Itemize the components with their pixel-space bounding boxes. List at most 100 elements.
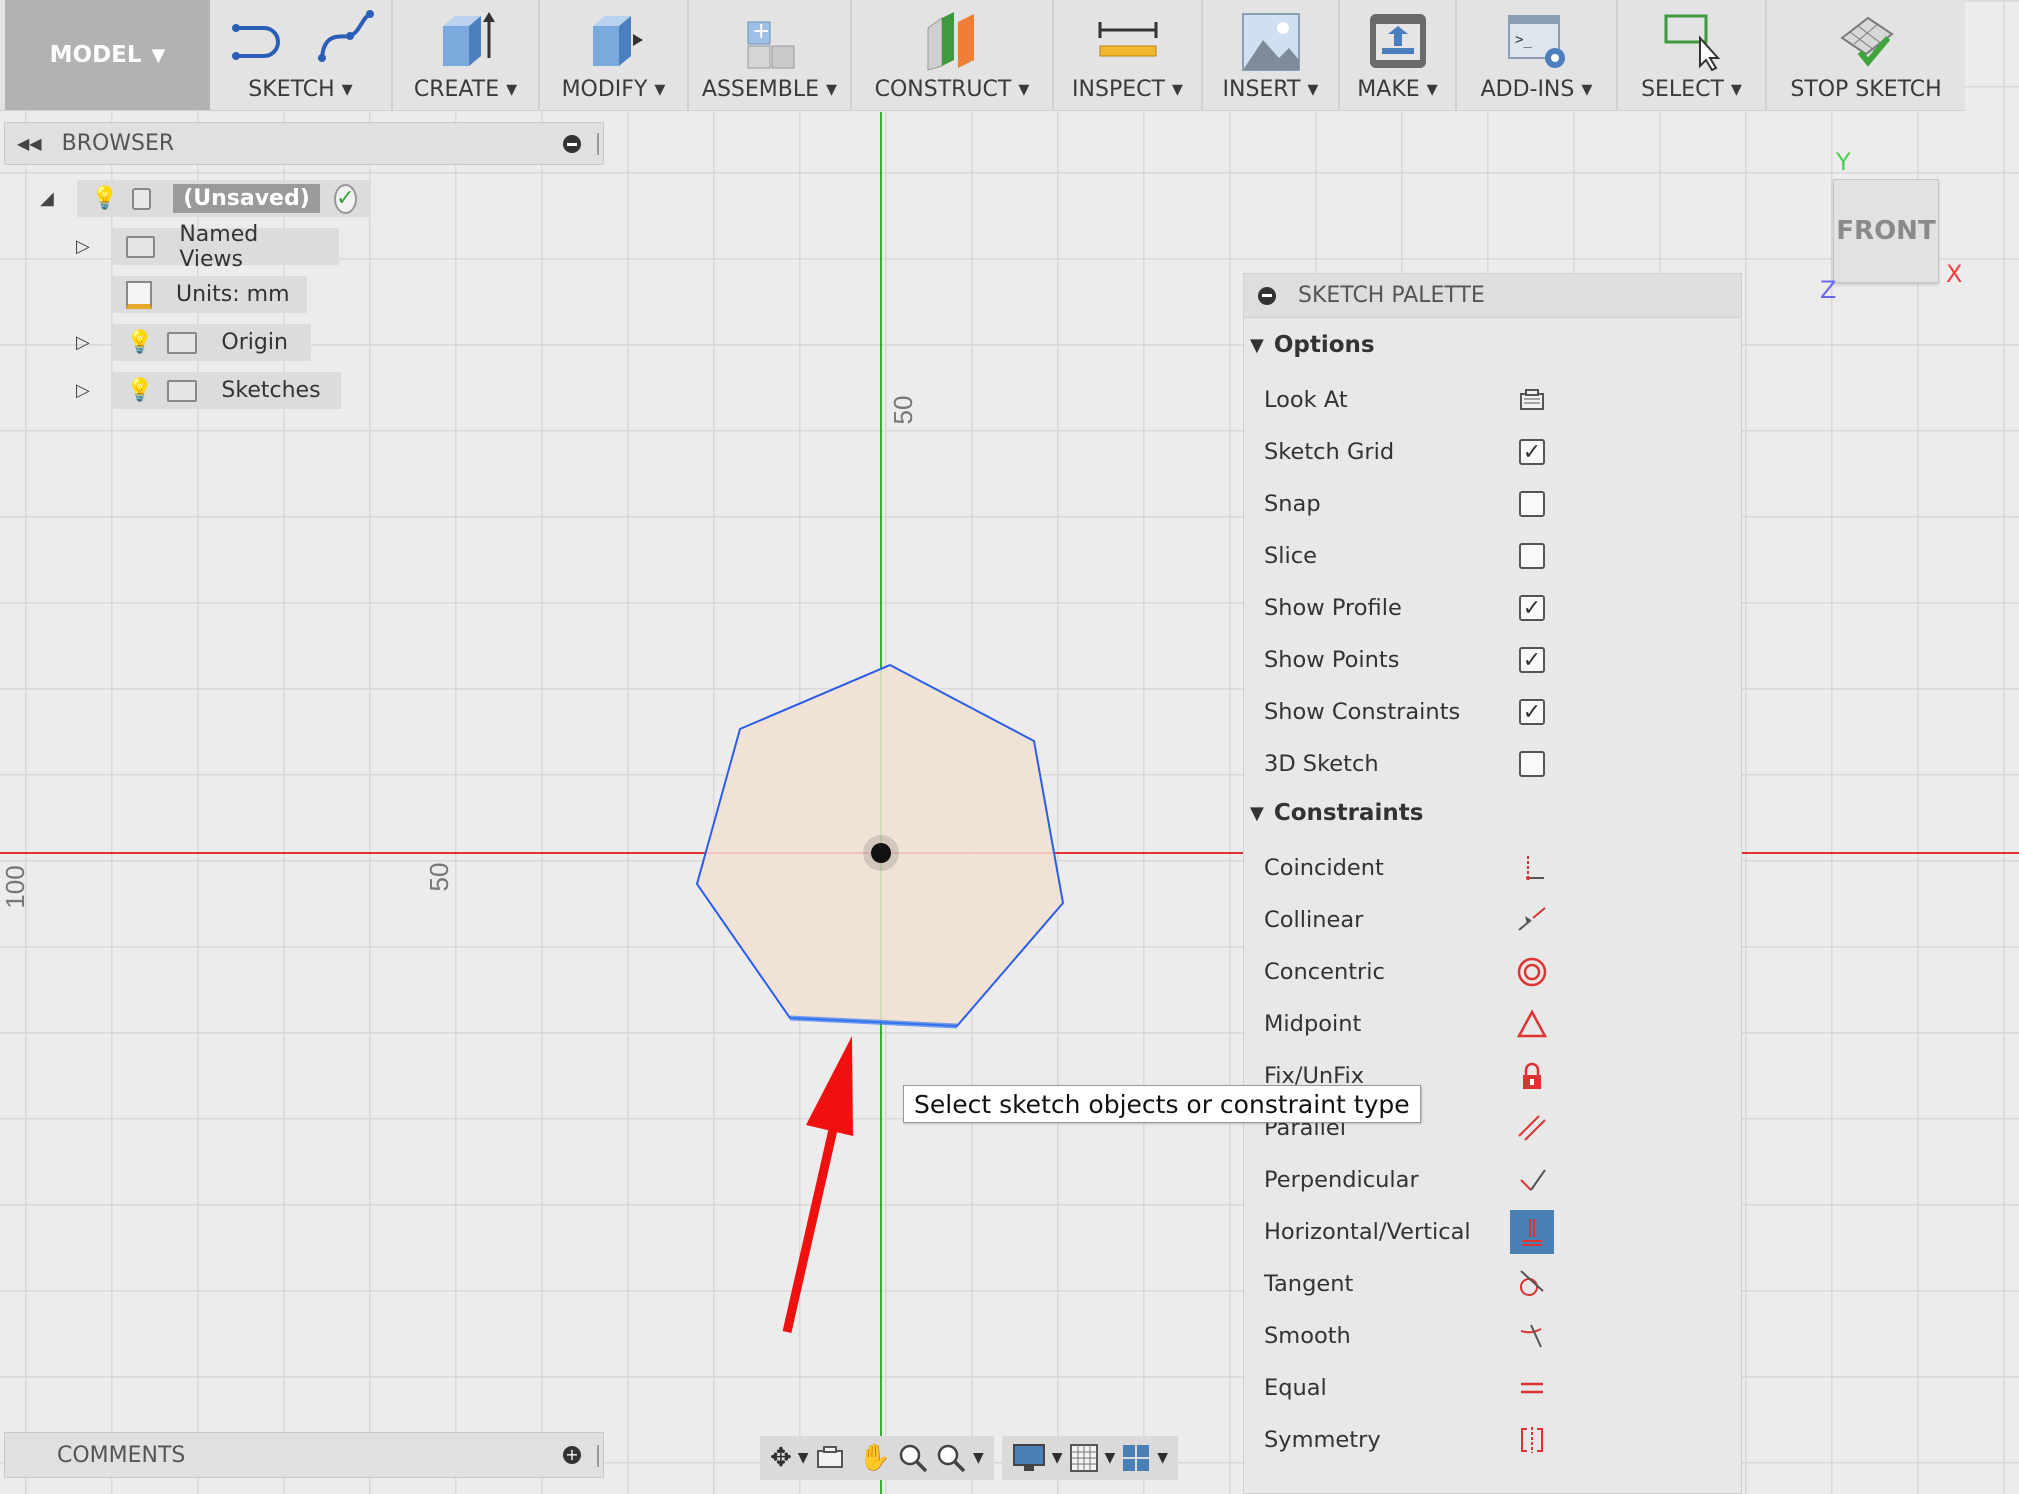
constraint-midpoint[interactable]: Midpoint: [1264, 1004, 1734, 1044]
option-sketch-grid[interactable]: Sketch Grid ✓: [1264, 432, 1734, 472]
show-constraints-checkbox[interactable]: ✓: [1519, 699, 1545, 725]
viewcube[interactable]: FRONT: [1833, 179, 1939, 283]
workspace-mode-button[interactable]: MODEL ▼: [5, 0, 210, 110]
zoom-menu-chevron-icon[interactable]: ▼: [973, 1450, 984, 1466]
center-point[interactable]: [871, 843, 891, 863]
comments-panel[interactable]: COMMENTS +: [4, 1432, 604, 1478]
construction-plane-icon[interactable]: [920, 8, 984, 72]
sketch-palette-header[interactable]: SKETCH PALETTE: [1244, 274, 1741, 318]
visibility-bulb-icon[interactable]: 💡: [91, 186, 118, 211]
browser-item-named-views[interactable]: Named Views: [112, 222, 339, 272]
smooth-icon[interactable]: [1516, 1320, 1548, 1352]
constraint-horizontal-vertical[interactable]: Horizontal/Vertical: [1264, 1210, 1734, 1254]
add-comment-icon[interactable]: +: [563, 1446, 581, 1464]
option-show-constraints[interactable]: Show Constraints ✓: [1264, 692, 1734, 732]
scripts-icon[interactable]: >_: [1505, 8, 1569, 72]
options-section-header[interactable]: ▼ Options: [1250, 332, 1375, 358]
constraint-coincident[interactable]: Coincident: [1264, 848, 1734, 888]
display-menu-chevron-icon[interactable]: ▼: [1052, 1450, 1063, 1466]
symmetry-icon[interactable]: [1516, 1424, 1548, 1456]
constraint-perpendicular[interactable]: Perpendicular: [1264, 1160, 1734, 1200]
display-settings-icon[interactable]: [1012, 1443, 1046, 1473]
grid-settings-icon[interactable]: [1069, 1443, 1099, 1473]
toolbar-group-sketch[interactable]: SKETCH ▾: [210, 0, 393, 110]
browser-panel-header[interactable]: ◀◀ BROWSER: [4, 122, 604, 165]
orbit-menu-chevron-icon[interactable]: ▼: [798, 1450, 809, 1466]
toolbar-group-make[interactable]: MAKE ▾: [1340, 0, 1457, 110]
expand-triangle-icon[interactable]: ▷: [76, 236, 90, 257]
tangent-icon[interactable]: [1516, 1268, 1548, 1300]
horizontal-vertical-icon[interactable]: [1510, 1210, 1554, 1254]
expand-triangle-icon[interactable]: ▷: [76, 380, 90, 401]
midpoint-icon[interactable]: [1516, 1008, 1548, 1040]
snap-checkbox[interactable]: [1519, 491, 1545, 517]
perpendicular-icon[interactable]: [1516, 1164, 1548, 1196]
extrude-icon[interactable]: [435, 8, 497, 70]
constraint-tangent[interactable]: Tangent: [1264, 1264, 1734, 1304]
visibility-bulb-icon[interactable]: 💡: [126, 378, 153, 403]
orbit-icon[interactable]: ✥: [770, 1443, 792, 1473]
3d-print-icon[interactable]: [1366, 8, 1430, 72]
visibility-bulb-icon[interactable]: 💡: [126, 330, 153, 355]
pan-hand-icon[interactable]: ✋: [859, 1443, 891, 1473]
expand-triangle-icon[interactable]: ▷: [76, 332, 90, 353]
constraint-collinear[interactable]: Collinear: [1264, 900, 1734, 940]
panel-resize-handle[interactable]: [597, 133, 599, 155]
browser-item-origin[interactable]: 💡 Origin: [112, 324, 311, 361]
collinear-icon[interactable]: [1516, 904, 1548, 936]
constraint-concentric[interactable]: Concentric: [1264, 952, 1734, 992]
toolbar-group-create[interactable]: CREATE ▾: [393, 0, 540, 110]
option-show-points[interactable]: Show Points ✓: [1264, 640, 1734, 680]
collapse-left-icon[interactable]: ◀◀: [17, 134, 42, 153]
option-look-at[interactable]: Look At: [1264, 380, 1734, 420]
fit-zoom-icon[interactable]: [935, 1442, 967, 1474]
toolbar-group-insert[interactable]: INSERT ▾: [1203, 0, 1340, 110]
look-at-icon[interactable]: [1516, 384, 1548, 416]
toolbar-group-add-ins[interactable]: >_ ADD-INS ▾: [1457, 0, 1618, 110]
equal-icon[interactable]: [1516, 1372, 1548, 1404]
toolbar-group-assemble[interactable]: + ASSEMBLE ▾: [689, 0, 852, 110]
panel-resize-handle[interactable]: [597, 1445, 599, 1467]
measure-icon[interactable]: [1096, 8, 1160, 68]
toolbar-group-select[interactable]: SELECT ▾: [1618, 0, 1767, 110]
viewports-icon[interactable]: [1121, 1443, 1151, 1473]
constraints-section-header[interactable]: ▼ Constraints: [1250, 800, 1423, 826]
minimize-icon[interactable]: [563, 135, 581, 153]
constraint-smooth[interactable]: Smooth: [1264, 1316, 1734, 1356]
new-component-icon[interactable]: +: [738, 8, 802, 72]
browser-root-item[interactable]: 💡 (Unsaved) ✓: [77, 180, 371, 217]
look-at-icon[interactable]: [815, 1445, 845, 1471]
press-pull-icon[interactable]: [583, 8, 645, 70]
constraint-symmetry[interactable]: Symmetry: [1264, 1420, 1734, 1460]
stop-sketch-icon[interactable]: [1834, 8, 1898, 72]
insert-image-icon[interactable]: [1239, 8, 1303, 72]
collapse-icon[interactable]: [1258, 286, 1276, 305]
line-tool-icon[interactable]: [226, 8, 288, 68]
option-show-profile[interactable]: Show Profile ✓: [1264, 588, 1734, 628]
grid-menu-chevron-icon[interactable]: ▼: [1105, 1450, 1116, 1466]
constraint-equal[interactable]: Equal: [1264, 1368, 1734, 1408]
coincident-icon[interactable]: [1516, 852, 1548, 884]
concentric-icon[interactable]: [1516, 956, 1548, 988]
collapse-triangle-icon[interactable]: ◢: [40, 188, 54, 209]
option-3d-sketch[interactable]: 3D Sketch: [1264, 744, 1734, 784]
toolbar-group-modify[interactable]: MODIFY ▾: [540, 0, 689, 110]
show-profile-checkbox[interactable]: ✓: [1519, 595, 1545, 621]
3d-sketch-checkbox[interactable]: [1519, 751, 1545, 777]
spline-tool-icon[interactable]: [314, 8, 376, 68]
toolbar-group-inspect[interactable]: INSPECT ▾: [1054, 0, 1203, 110]
zoom-icon[interactable]: [897, 1442, 929, 1474]
browser-item-sketches[interactable]: 💡 Sketches: [112, 372, 341, 409]
parallel-icon[interactable]: [1516, 1112, 1548, 1144]
viewports-menu-chevron-icon[interactable]: ▼: [1157, 1450, 1168, 1466]
lock-icon[interactable]: [1516, 1060, 1548, 1092]
option-snap[interactable]: Snap: [1264, 484, 1734, 524]
stop-sketch-button[interactable]: STOP SKETCH: [1767, 0, 1965, 110]
browser-item-units[interactable]: Units: mm: [112, 276, 307, 313]
sketch-grid-checkbox[interactable]: ✓: [1519, 439, 1545, 465]
show-points-checkbox[interactable]: ✓: [1519, 647, 1545, 673]
slice-checkbox[interactable]: [1519, 543, 1545, 569]
toolbar-group-construct[interactable]: CONSTRUCT ▾: [852, 0, 1054, 110]
option-slice[interactable]: Slice: [1264, 536, 1734, 576]
select-window-icon[interactable]: [1660, 8, 1724, 72]
